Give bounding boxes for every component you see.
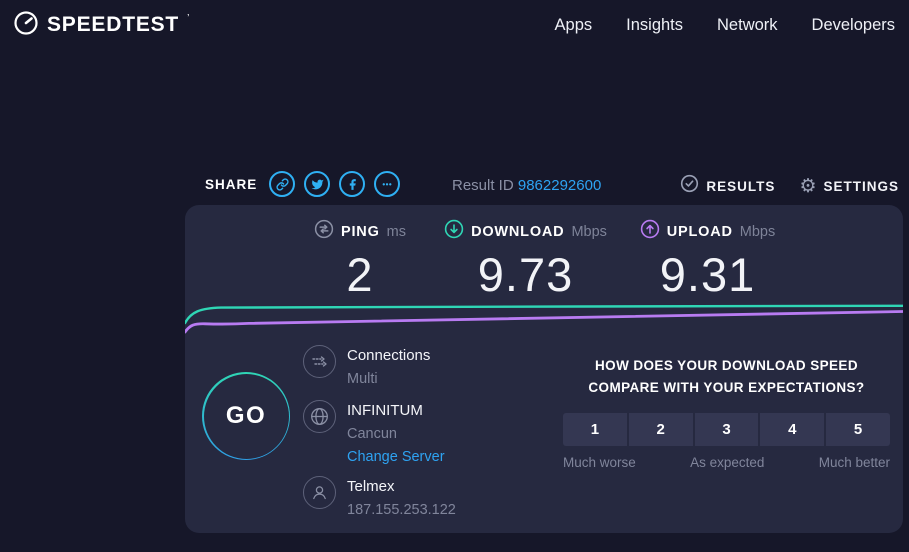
download-value: 9.73 xyxy=(433,247,618,302)
isp-ip-address: 187.155.253.122 xyxy=(347,502,456,518)
globe-icon xyxy=(303,400,336,433)
speedometer-logo-icon xyxy=(12,9,40,42)
speedtest-app: SPEEDTEST ’ Apps Insights Network Develop… xyxy=(0,0,909,552)
survey-scale-labels: Much worse As expected Much better xyxy=(563,455,890,470)
nav-item-network[interactable]: Network xyxy=(717,16,778,35)
results-label: RESULTS xyxy=(706,179,775,194)
rating-button-5[interactable]: 5 xyxy=(826,413,890,446)
result-panel: PING ms 2 DOWNLOAD Mbps 9.73 xyxy=(185,205,903,533)
gear-icon: ⚙ xyxy=(799,177,816,196)
upload-stat: UPLOAD Mbps 9.31 xyxy=(625,219,790,302)
scale-label-expected: As expected xyxy=(690,455,764,470)
result-id-value[interactable]: 9862292600 xyxy=(518,177,601,194)
share-label: SHARE xyxy=(205,177,257,192)
server-provider: INFINITUM xyxy=(347,400,445,419)
scale-label-worse: Much worse xyxy=(563,455,636,470)
rating-button-3[interactable]: 3 xyxy=(695,413,759,446)
results-button[interactable]: RESULTS xyxy=(680,174,775,198)
connections-row: Connections Multi xyxy=(303,345,430,387)
download-unit: Mbps xyxy=(571,224,606,240)
ping-label: PING xyxy=(341,224,380,240)
connections-title: Connections xyxy=(347,345,430,364)
ping-unit: ms xyxy=(387,224,406,240)
isp-name: Telmex xyxy=(347,476,456,495)
change-server-link[interactable]: Change Server xyxy=(347,449,445,465)
download-stat: DOWNLOAD Mbps 9.73 xyxy=(433,219,618,302)
nav-links: Apps Insights Network Developers xyxy=(555,16,897,35)
facebook-icon[interactable] xyxy=(339,171,365,197)
multi-connections-icon xyxy=(303,345,336,378)
check-circle-icon xyxy=(680,174,699,198)
result-id: Result ID 9862292600 xyxy=(452,177,601,194)
survey-rating-buttons: 1 2 3 4 5 xyxy=(563,413,890,446)
expectation-survey: HOW DOES YOUR DOWNLOAD SPEED COMPARE WIT… xyxy=(563,355,890,470)
result-id-label: Result ID xyxy=(452,177,514,194)
server-row: INFINITUM Cancun Change Server xyxy=(303,400,445,465)
upload-arrow-icon xyxy=(640,219,660,244)
speedtest-logo[interactable]: SPEEDTEST ’ xyxy=(12,9,188,42)
ping-icon xyxy=(314,219,334,244)
ping-stat: PING ms 2 xyxy=(285,219,435,302)
isp-row: Telmex 187.155.253.122 xyxy=(303,476,456,518)
rating-button-4[interactable]: 4 xyxy=(760,413,824,446)
settings-label: SETTINGS xyxy=(823,179,899,194)
top-nav: SPEEDTEST ’ Apps Insights Network Develop… xyxy=(0,0,909,50)
results-settings-group: RESULTS ⚙ SETTINGS xyxy=(680,174,899,198)
download-arrow-icon xyxy=(444,219,464,244)
upload-unit: Mbps xyxy=(740,224,775,240)
logo-text: SPEEDTEST xyxy=(47,13,179,37)
person-icon xyxy=(303,476,336,509)
ping-value: 2 xyxy=(285,247,435,302)
go-button[interactable]: GO xyxy=(202,372,290,460)
upload-label: UPLOAD xyxy=(667,224,733,240)
copy-link-icon[interactable] xyxy=(269,171,295,197)
scale-label-better: Much better xyxy=(819,455,890,470)
twitter-icon[interactable] xyxy=(304,171,330,197)
logo-trademark: ’ xyxy=(187,14,189,24)
survey-question: HOW DOES YOUR DOWNLOAD SPEED COMPARE WIT… xyxy=(563,355,890,398)
speed-graph xyxy=(185,298,903,338)
download-label: DOWNLOAD xyxy=(471,224,564,240)
share-bar: SHARE ••• xyxy=(205,168,400,200)
upload-line xyxy=(185,312,903,333)
settings-button[interactable]: ⚙ SETTINGS xyxy=(799,177,899,196)
nav-item-insights[interactable]: Insights xyxy=(626,16,683,35)
more-share-options-icon[interactable]: ••• xyxy=(374,171,400,197)
go-button-label: GO xyxy=(226,402,266,430)
nav-item-developers[interactable]: Developers xyxy=(812,16,895,35)
connections-mode: Multi xyxy=(347,371,430,387)
rating-button-2[interactable]: 2 xyxy=(629,413,693,446)
upload-value: 9.31 xyxy=(625,247,790,302)
server-location: Cancun xyxy=(347,426,445,442)
rating-button-1[interactable]: 1 xyxy=(563,413,627,446)
nav-item-apps[interactable]: Apps xyxy=(555,16,593,35)
